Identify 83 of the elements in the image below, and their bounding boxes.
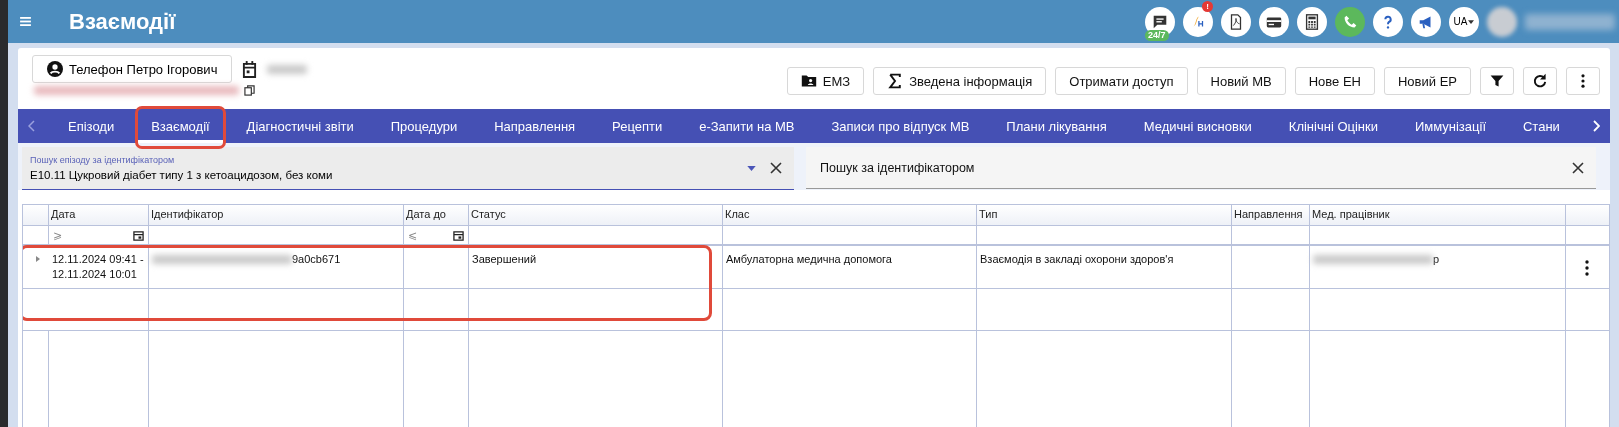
operator-symbol: ⩾	[53, 228, 62, 242]
column-header[interactable]: Дата до	[404, 205, 469, 226]
support-badge: 24/7	[1145, 29, 1169, 41]
refresh-icon	[1532, 73, 1548, 89]
cell-text: 9a0cb671	[292, 252, 341, 267]
tab[interactable]: Рецепти	[598, 109, 677, 143]
column-header[interactable]: Ідентифікатор	[149, 205, 404, 226]
card-button[interactable]	[1259, 6, 1289, 37]
tab[interactable]: Плани лікування	[992, 109, 1121, 143]
filter-cell[interactable]	[1310, 226, 1566, 246]
column-header[interactable]: Тип	[977, 205, 1232, 226]
tab[interactable]: Медичні висновки	[1129, 109, 1266, 143]
help-button[interactable]	[1373, 6, 1403, 37]
language-button[interactable]: UA	[1449, 6, 1479, 37]
calendar-icon[interactable]	[453, 229, 464, 241]
calendar-icon	[242, 60, 258, 78]
eh-button[interactable]	[1183, 6, 1213, 37]
cell-text: 12.11.2024 09:41 - 12.11.2024 10:01	[52, 252, 145, 282]
tab[interactable]: Стани	[1508, 109, 1574, 143]
filter-cell[interactable]	[469, 226, 723, 246]
column-header[interactable]: Мед. працівник	[1310, 205, 1566, 226]
toolbar-button[interactable]: Нове ЕН	[1294, 67, 1375, 95]
tab[interactable]: е-Запити на МВ	[685, 109, 809, 143]
summary-button[interactable]: Зведена інформація	[873, 67, 1047, 95]
page-title: Взаємодії	[69, 8, 176, 35]
cell-text: Взаємодія в закладі охорони здоров'я	[980, 252, 1175, 267]
more-icon[interactable]	[1585, 260, 1589, 276]
episode-search-field[interactable]: Пошук епізоду за ідентифікатором E10.11 Цукровий діабет типу 1 з кетоацидозом, без коми	[22, 147, 794, 190]
tab[interactable]: Записи про відпуск МВ	[817, 109, 984, 143]
tab[interactable]: Клінічні Оцінки	[1274, 109, 1392, 143]
more-button[interactable]	[1566, 67, 1600, 95]
filter-cell[interactable]	[1232, 226, 1310, 246]
field-value: E10.11 Цукровий діабет типу 1 з кетоацидозом, без коми	[30, 169, 334, 181]
column-header[interactable]: Направлення	[1232, 205, 1310, 226]
tab[interactable]: Направлення	[480, 109, 590, 143]
toolbar-button[interactable]: Новий МВ	[1196, 67, 1286, 95]
filter-cell[interactable]	[23, 226, 49, 246]
filter-cell[interactable]	[977, 226, 1232, 246]
cell-text: Амбулаторна медична допомога	[726, 252, 893, 267]
scroll-right-icon[interactable]	[1592, 120, 1600, 132]
alert-badge: !	[1202, 0, 1213, 12]
tab[interactable]: Діагностичні звіти	[232, 109, 368, 143]
expand-icon[interactable]	[36, 256, 40, 262]
calendar-icon[interactable]	[133, 229, 144, 241]
person-icon	[47, 61, 63, 77]
column-header[interactable]: Статус	[469, 205, 723, 226]
megaphone-button[interactable]	[1411, 6, 1441, 37]
tab[interactable]: Епізоди	[54, 109, 129, 143]
pdf-button[interactable]	[1221, 6, 1251, 37]
caret-icon	[1468, 19, 1475, 24]
filter-cell[interactable]: ⩽	[404, 226, 469, 246]
tab[interactable]: Процедури	[376, 109, 472, 143]
sigma-icon	[887, 73, 904, 89]
filter-icon	[1489, 73, 1505, 89]
operator-symbol: ⩽	[408, 228, 417, 242]
column-header[interactable]: Клас	[723, 205, 977, 226]
field-label: Пошук епізоду за ідентифікатором	[30, 155, 176, 165]
tab[interactable]: Иммунізації	[1400, 109, 1500, 143]
cell-text: р	[1433, 252, 1440, 267]
toolbar-button[interactable]: Отримати доступ	[1055, 67, 1188, 95]
toolbar-button[interactable]: Новий ЕР	[1384, 67, 1471, 95]
filter-button[interactable]	[1480, 67, 1514, 95]
filter-cell[interactable]	[149, 226, 404, 246]
close-icon[interactable]	[1572, 162, 1584, 174]
patient-button[interactable]: Телефон Петро Ігорович	[32, 55, 233, 83]
calculator-button[interactable]	[1297, 6, 1327, 37]
cell-text: Завершений	[472, 252, 538, 267]
calculator-icon	[1303, 12, 1321, 31]
copy-icon[interactable]	[244, 85, 255, 96]
close-icon[interactable]	[770, 162, 782, 174]
refresh-button[interactable]	[1523, 67, 1557, 95]
menu-icon[interactable]	[20, 17, 31, 26]
scroll-left-icon[interactable]	[28, 120, 36, 132]
id-search-field[interactable]: Пошук за ідентифікатором	[806, 147, 1596, 189]
filter-cell[interactable]: ⩾	[49, 226, 149, 246]
column-header[interactable]: Дата	[49, 205, 149, 226]
emr-button[interactable]: ЕМЗ	[786, 67, 865, 95]
filter-cell[interactable]	[723, 226, 977, 246]
table-cell	[404, 288, 469, 330]
dropdown-caret-icon[interactable]	[747, 165, 756, 171]
phone-button[interactable]	[1335, 6, 1365, 37]
blurred-text	[267, 64, 308, 74]
folder-person-icon	[800, 73, 817, 89]
